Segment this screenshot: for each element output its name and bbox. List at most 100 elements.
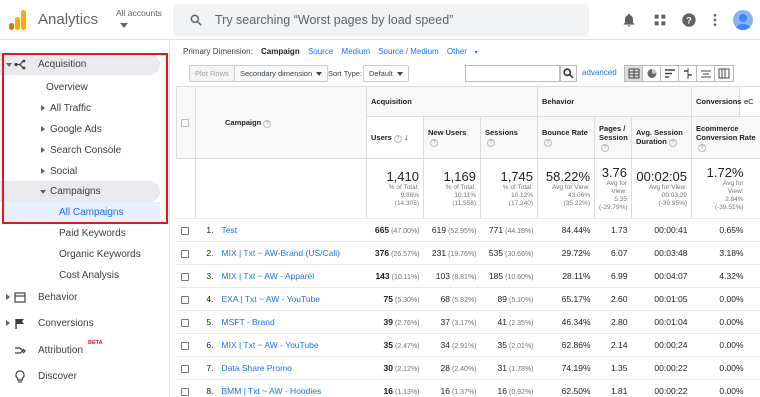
- avatar[interactable]: [733, 10, 753, 30]
- campaign-cell: 3. MIX | Txt ~ AW - Apparel: [195, 264, 367, 288]
- col-header-sessions[interactable]: Sessions?: [479, 116, 539, 159]
- filter-search-button[interactable]: [560, 65, 577, 82]
- col-header-new-users[interactable]: New Users?: [423, 116, 481, 159]
- chevron-right-icon: [41, 105, 45, 111]
- sidebar-item-acquisition[interactable]: Acquisition: [0, 54, 160, 75]
- table-row[interactable]: 7. Data Share Promo 30 (2.12%) 28 (2.40%) 31 (1…: [176, 356, 760, 380]
- table-row[interactable]: 1. Test 665 (47.00%) 619 (52.95%) 771 (44.18%) 8…: [176, 218, 760, 242]
- beta-badge: BETA: [88, 340, 103, 346]
- total-ecommerce-rate: 1.72% Avg for View: 2.84% (-39.51%): [691, 158, 760, 219]
- sidebar-item-campaigns[interactable]: Campaigns: [0, 181, 160, 202]
- secondary-dimension-dropdown[interactable]: Secondary dimension: [234, 65, 329, 82]
- campaign-link[interactable]: Test: [222, 225, 238, 235]
- campaign-link[interactable]: Data Share Promo: [222, 363, 292, 373]
- sidebar-item-overview[interactable]: Overview: [46, 77, 88, 98]
- dimension-medium[interactable]: Medium: [342, 47, 370, 56]
- help-icon[interactable]: ?: [681, 12, 697, 28]
- group-conversions-extra[interactable]: eC: [739, 86, 760, 117]
- notifications-bell-icon[interactable]: [621, 12, 637, 28]
- row-checkbox[interactable]: [180, 364, 189, 373]
- row-checkbox[interactable]: [180, 226, 189, 235]
- view-term-cloud-icon[interactable]: [697, 66, 715, 81]
- campaign-link[interactable]: MIX | Txt ~ AW - Apparel: [222, 271, 315, 281]
- col-header-bounce-rate[interactable]: Bounce Rate?: [537, 116, 596, 159]
- sidebar-item-all-campaigns[interactable]: All Campaigns: [4, 202, 160, 223]
- sort-desc-icon[interactable]: ↓: [404, 132, 409, 142]
- help-icon[interactable]: ?: [601, 143, 610, 152]
- view-performance-icon[interactable]: [661, 66, 679, 81]
- sidebar-item-all-traffic[interactable]: All Traffic: [0, 98, 160, 119]
- sidebar-item-search-console[interactable]: Search Console: [0, 140, 160, 161]
- help-icon[interactable]: ?: [668, 139, 677, 147]
- account-caret-icon[interactable]: [120, 23, 128, 28]
- dimension-campaign[interactable]: Campaign: [261, 47, 300, 56]
- view-comparison-icon[interactable]: [679, 66, 697, 81]
- behavior-icon: [14, 292, 26, 303]
- dimension-source-medium[interactable]: Source / Medium: [378, 47, 438, 56]
- row-checkbox-cell: [176, 310, 196, 334]
- campaign-cell: 7. Data Share Promo: [195, 356, 367, 380]
- col-header-ecommerce-rate[interactable]: Ecommerce Conversion Rate?: [691, 116, 760, 159]
- table-row[interactable]: 8. BMM | Txt ~ AW - Hoodies 16 (1.13%) 16 (1.…: [176, 379, 760, 397]
- view-pivot-icon[interactable]: [715, 66, 733, 81]
- campaign-link[interactable]: MIX | Txt ~ AW-Brand (US/Cali): [222, 248, 340, 258]
- avg-duration-cell: 00:00:22: [631, 379, 692, 397]
- help-icon[interactable]: ?: [430, 139, 438, 147]
- campaign-link[interactable]: MIX | Txt ~ AW - YouTube: [222, 340, 319, 350]
- row-checkbox[interactable]: [180, 341, 189, 350]
- row-checkbox[interactable]: [180, 387, 189, 396]
- more-vert-icon[interactable]: [707, 12, 723, 28]
- apps-grid-icon[interactable]: [652, 12, 668, 28]
- help-icon[interactable]: ?: [393, 135, 402, 143]
- col-header-pages-session[interactable]: Pages / Session?: [594, 116, 633, 159]
- help-icon[interactable]: ?: [698, 143, 707, 152]
- col-header-avg-session-duration[interactable]: Avg. Session Duration?: [631, 116, 693, 159]
- row-checkbox[interactable]: [180, 272, 189, 281]
- table-row[interactable]: 4. EXA | Txt ~ AW - YouTube 75 (5.30%) 68 (5.…: [176, 287, 760, 311]
- pages-session-cell: 1.81: [594, 379, 632, 397]
- table-row[interactable]: 3. MIX | Txt ~ AW - Apparel 143 (10.11%) 103…: [176, 264, 760, 288]
- sidebar-item-discover[interactable]: Discover: [0, 366, 160, 387]
- help-icon[interactable]: ?: [544, 139, 553, 147]
- avg-duration-cell: 00:04:07: [631, 264, 692, 288]
- sidebar-item-attribution[interactable]: Attribution BETA: [0, 340, 160, 361]
- plot-rows-button[interactable]: Plot Rows: [189, 65, 235, 82]
- sidebar-item-label: Discover: [38, 371, 77, 382]
- sidebar-item-cost-analysis[interactable]: Cost Analysis: [59, 265, 119, 286]
- campaign-link[interactable]: MSFT - Brand: [222, 317, 275, 327]
- row-checkbox[interactable]: [180, 318, 189, 327]
- advanced-filter-link[interactable]: advanced: [582, 68, 617, 77]
- account-selector[interactable]: All accounts: [116, 8, 162, 18]
- campaign-link[interactable]: EXA | Txt ~ AW - YouTube: [222, 294, 321, 304]
- top-bar: Analytics All accounts Try searching “Wo…: [0, 0, 760, 40]
- dimension-other[interactable]: Other ▾: [447, 47, 484, 56]
- search-input[interactable]: Try searching “Worst pages by load speed…: [215, 13, 453, 27]
- dimension-source[interactable]: Source: [308, 47, 333, 56]
- sidebar-item-behavior[interactable]: Behavior: [0, 287, 160, 308]
- primary-dimension-bar: Primary Dimension: Campaign Source Mediu…: [183, 47, 490, 56]
- row-checkbox[interactable]: [180, 249, 189, 258]
- search-bar[interactable]: Try searching “Worst pages by load speed…: [173, 4, 589, 36]
- sidebar-item-social[interactable]: Social: [0, 161, 160, 182]
- col-header-campaign[interactable]: Campaign?: [195, 86, 367, 159]
- help-icon[interactable]: ?: [487, 139, 495, 147]
- sidebar-item-paid-keywords[interactable]: Paid Keywords: [59, 223, 126, 244]
- dropdown-caret-icon: [316, 72, 323, 77]
- table-row[interactable]: 6. MIX | Txt ~ AW - YouTube 35 (2.47%) 34 (2.…: [176, 333, 760, 357]
- campaign-link[interactable]: BMM | Txt ~ AW - Hoodies: [222, 386, 322, 396]
- help-icon[interactable]: ?: [263, 119, 272, 128]
- pages-session-cell: 6.99: [594, 264, 632, 288]
- group-acquisition: Acquisition: [365, 86, 539, 117]
- row-checkbox[interactable]: [180, 295, 189, 304]
- select-all-checkbox[interactable]: [181, 119, 189, 127]
- table-filter-input[interactable]: [465, 65, 560, 82]
- view-table-icon[interactable]: [625, 66, 643, 81]
- sidebar-item-google-ads[interactable]: Google Ads: [0, 119, 160, 140]
- sidebar-item-conversions[interactable]: Conversions: [0, 313, 160, 334]
- view-pie-icon[interactable]: [643, 66, 661, 81]
- table-row[interactable]: 2. MIX | Txt ~ AW-Brand (US/Cali) 376 (26.5…: [176, 241, 760, 265]
- col-header-users[interactable]: Users? ↓: [366, 116, 424, 159]
- sort-type-dropdown[interactable]: Default: [363, 65, 409, 82]
- sidebar-item-organic-keywords[interactable]: Organic Keywords: [59, 244, 141, 265]
- table-row[interactable]: 5. MSFT - Brand 39 (2.76%) 37 (3.17%) 41 (2.35%…: [176, 310, 760, 334]
